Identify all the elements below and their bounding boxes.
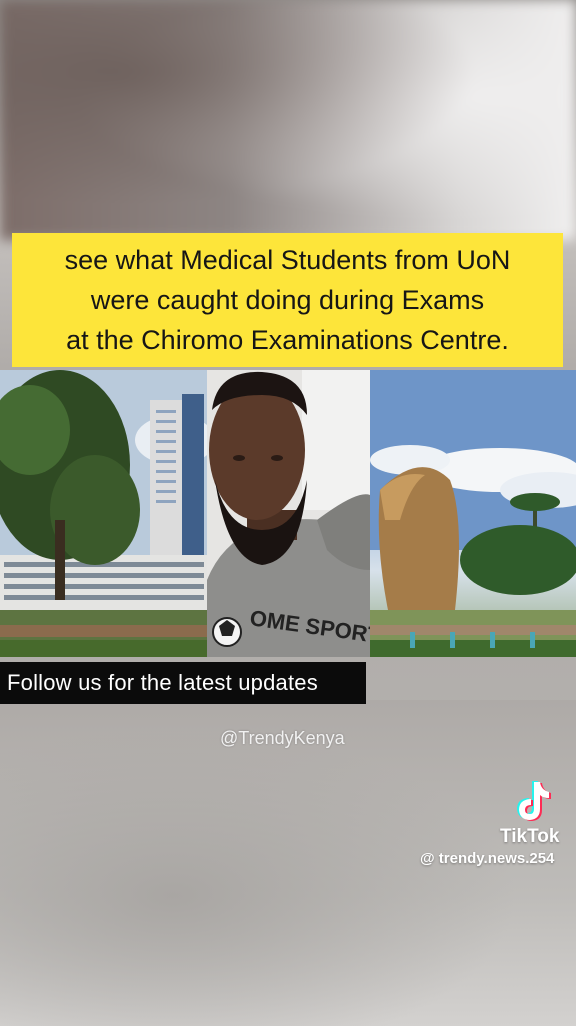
follow-banner: Follow us for the latest updates (0, 662, 366, 704)
follow-banner-text: Follow us for the latest updates (7, 670, 318, 695)
campus-building-photo (0, 370, 207, 657)
person-illustration: OME SPORT (207, 370, 370, 657)
tiktok-account-handle: @ trendy.news.254 (420, 850, 555, 867)
monument-illustration (370, 370, 576, 657)
tiktok-brand-label: TikTok (500, 826, 560, 847)
student-selfie-photo: OME SPORT (207, 370, 370, 657)
source-handle: @TrendyKenya (220, 728, 345, 748)
tiktok-logo-icon (517, 781, 551, 821)
caption-text: see what Medical Students from UoN were … (64, 245, 511, 355)
campus-building-illustration (0, 370, 207, 657)
campus-monument-photo (370, 370, 576, 657)
caption-box: see what Medical Students from UoN were … (12, 233, 563, 367)
blurred-background-top (0, 0, 576, 240)
